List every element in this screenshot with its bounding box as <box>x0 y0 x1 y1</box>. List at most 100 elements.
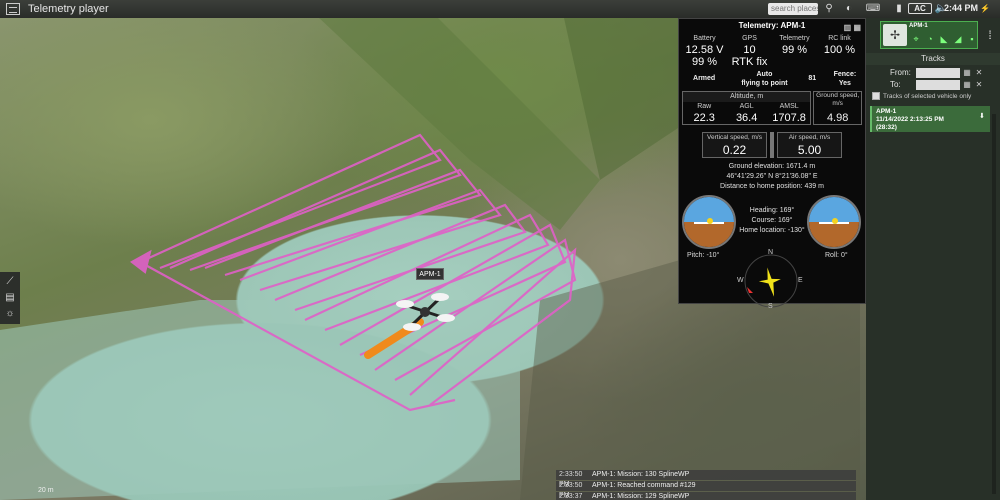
map-tools: ⟋ ▤ ☼ <box>0 272 20 324</box>
waypoint-number: 81 <box>808 75 817 82</box>
air-speed-label: Air speed, m/s <box>788 134 831 141</box>
telemetry-title: Telemetry: APM-1 <box>738 21 806 30</box>
rc-link-cell: RC link 100 % <box>817 34 862 68</box>
air-speed-box: Air speed, m/s 5.00 <box>777 132 842 158</box>
heading: Heading: 169° <box>749 207 795 214</box>
compass-n: N <box>768 249 774 256</box>
rc-status-icon: ◢ <box>954 34 962 44</box>
compass-s: S <box>768 303 773 310</box>
calendar-icon[interactable]: ▦ <box>962 68 972 78</box>
log-message: APM-1: Mission: 130 SplineWP <box>592 471 690 478</box>
log-time: 2:33:50 PM <box>559 471 583 488</box>
power-icon: ⚡ <box>980 4 990 13</box>
vertical-speed-label: Vertical speed, m/s <box>707 134 762 141</box>
telemetry-link-label: Telemetry <box>779 35 810 42</box>
battery-cell: Battery 12.58 V 99 % <box>682 34 727 68</box>
ground-elevation: Ground elevation: 1671.4 m <box>728 163 816 170</box>
fence-label: Fence: <box>833 71 857 78</box>
course: Course: 169° <box>751 217 793 224</box>
rc-link-label: RC link <box>828 35 851 42</box>
alt-raw-value: 22.3 <box>693 112 715 124</box>
vehicle-name: APM-1 <box>909 23 928 29</box>
link-status-icon: ◣ <box>940 34 948 44</box>
pitch-readout: Pitch: -10° <box>687 252 720 259</box>
telemetry-link-cell: Telemetry 99 % <box>772 34 817 68</box>
ruler-icon[interactable]: ⟋ <box>2 274 18 290</box>
home-location: Home location: -130° <box>739 227 805 234</box>
clear-icon[interactable]: ✕ <box>974 80 984 90</box>
distance-to-home: Distance to home position: 439 m <box>720 183 824 190</box>
signal-status-icon: ◔ <box>927 34 933 44</box>
altitude-box: Altitude, m Raw 22.3 AGL 36.4 AMSL 1707.8 <box>682 91 812 125</box>
search-input[interactable] <box>768 3 818 15</box>
compass: N E S W <box>737 249 805 319</box>
tracks-header: Tracks <box>866 53 1000 65</box>
from-label: From: <box>890 68 911 77</box>
flight-mode-detail: flying to point <box>741 80 788 87</box>
gps-status-icon: ⌖ <box>913 34 919 44</box>
mode-row: Armed Auto flying to point 81 Fence: Yes <box>679 70 865 88</box>
vertical-speed-box: Vertical speed, m/s 0.22 <box>702 132 767 158</box>
roll-indicator <box>807 195 861 249</box>
log-message: APM-1: Mission: 129 SplineWP <box>592 493 690 500</box>
altitude-title: Altitude, m <box>683 92 811 102</box>
battery-status-icon: ▮ <box>896 3 902 14</box>
alt-amsl-value: 1707.8 <box>772 112 806 124</box>
air-speed-value: 5.00 <box>797 143 822 157</box>
log-time: 2:33:37 PM <box>559 493 583 500</box>
calendar-icon[interactable]: ▦ <box>962 80 972 90</box>
selected-vehicle-filter[interactable]: Tracks of selected vehicle only <box>872 92 971 100</box>
alt-agl-value: 36.4 <box>735 112 758 124</box>
keyboard-icon[interactable]: ⌨ <box>860 2 886 15</box>
ground-speed-label: Ground speed, m/s <box>816 92 860 107</box>
globe-icon[interactable]: ◐ <box>842 2 856 15</box>
compass-w: W <box>737 277 744 284</box>
layers-icon[interactable]: ▤ <box>2 290 18 306</box>
vehicle-card[interactable]: ✢ APM-1 ⌖ ◔ ◣ ◢ ▪ <box>880 21 978 49</box>
app-icon <box>6 3 20 15</box>
from-date-field[interactable] <box>916 68 960 78</box>
telemetry-link-percent: 99 % <box>781 44 808 56</box>
track-duration: (28:32) <box>876 124 897 131</box>
telemetry-header: Telemetry: APM-1 ▥ ▦ <box>679 19 865 32</box>
roll-readout: Roll: 0° <box>825 252 848 259</box>
download-icon[interactable]: ⬇ <box>979 112 987 120</box>
gps-satellites: 10 <box>743 44 756 56</box>
log-message: APM-1: Reached command #129 <box>592 482 696 489</box>
event-log: 2:33:50 PM APM-1: Mission: 130 SplineWP … <box>556 470 856 500</box>
vehicle-map-label[interactable]: APM-1 <box>416 268 444 280</box>
log-row: 2:33:50 PM APM-1: Reached command #129 <box>556 481 856 499</box>
pitch-indicator <box>682 195 736 249</box>
grid-icon[interactable]: ▦ <box>853 23 861 32</box>
window-title: Telemetry player <box>28 3 109 15</box>
speed-divider <box>770 132 774 158</box>
log-row: 2:33:50 PM APM-1: Mission: 130 SplineWP <box>556 470 856 488</box>
to-date-field[interactable] <box>916 80 960 90</box>
clock: 2:44 PM <box>944 3 979 13</box>
fence-status: Yes <box>838 80 851 87</box>
ground-speed-value: 4.98 <box>826 112 849 124</box>
vehicle-menu-icon[interactable]: ⁞ <box>982 22 998 48</box>
coordinates: 46°41'29.26" N 8°21'36.08" E <box>726 173 818 180</box>
checkbox[interactable] <box>872 92 880 100</box>
gps-label: GPS <box>742 35 757 42</box>
flight-mode: Auto <box>756 71 773 78</box>
compass-e: E <box>798 277 803 284</box>
sidebar-scrollbar[interactable] <box>992 114 996 494</box>
clear-icon[interactable]: ✕ <box>974 68 984 78</box>
battery-status-icon: ▪ <box>970 34 974 44</box>
filter-label: Tracks of selected vehicle only <box>883 92 972 100</box>
layout-icon[interactable]: ▥ <box>844 23 852 32</box>
sun-icon[interactable]: ☼ <box>2 306 18 322</box>
track-vehicle: APM-1 <box>876 108 897 115</box>
gps-cell: GPS 10 RTK fix <box>727 34 772 68</box>
rc-link-percent: 100 % <box>823 44 856 56</box>
search-icon[interactable]: ⚲ <box>822 2 836 15</box>
alt-amsl-label: AMSL <box>779 103 799 110</box>
log-time: 2:33:50 PM <box>559 482 583 499</box>
vertical-speed-value: 0.22 <box>722 143 747 157</box>
gps-fix: RTK fix <box>731 56 768 68</box>
battery-voltage: 12.58 V <box>685 44 724 56</box>
to-label: To: <box>890 80 901 89</box>
track-list-item[interactable]: APM-1 11/14/2022 2:13:25 PM (28:32) ⬇ <box>870 106 990 132</box>
